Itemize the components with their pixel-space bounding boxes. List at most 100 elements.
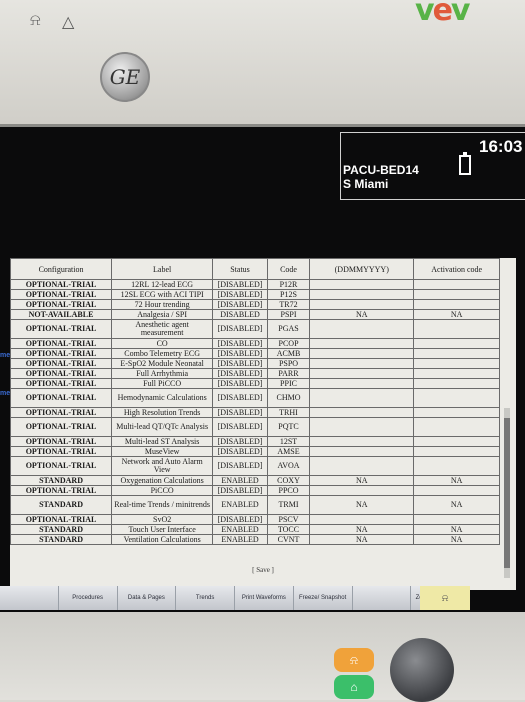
cell-expiration[interactable] — [309, 358, 415, 369]
cell-activation[interactable] — [413, 417, 500, 437]
table-row[interactable]: OPTIONAL-TRIAL SvO2 [DISABLED] PSCV — [10, 514, 500, 525]
cell-label: Multi-lead QT/QTc Analysis — [111, 417, 214, 437]
cell-label: Analgesia / SPI — [111, 309, 214, 320]
menu-button[interactable]: Print Waveforms — [235, 586, 294, 610]
menu-button[interactable]: Freeze/ Snapshot — [293, 586, 353, 610]
cell-expiration[interactable] — [309, 388, 415, 408]
software-options-panel: Configuration Label Status Code (DDMMYYY… — [10, 258, 516, 590]
cell-expiration[interactable] — [309, 485, 415, 496]
table-scrollbar[interactable] — [504, 408, 510, 578]
cell-expiration[interactable] — [309, 378, 415, 389]
cell-status: [DISABLED] — [212, 407, 268, 418]
table-row[interactable]: STANDARD Oxygenation Calculations ENABLED C… — [10, 475, 500, 486]
table-row[interactable]: OPTIONAL-TRIAL Network and Auto Alarm Vie… — [10, 456, 500, 476]
table-row[interactable]: OPTIONAL-TRIAL Full Arrhythmia [DISABLED] P… — [10, 368, 500, 379]
cell-label: Full PiCCO — [111, 378, 214, 389]
cell-code: COXY — [266, 475, 311, 486]
cell-activation[interactable]: NA — [413, 495, 500, 515]
cell-expiration[interactable] — [309, 289, 415, 300]
table-row[interactable]: OPTIONAL-TRIAL Multi-lead QT/QTc Analysis… — [10, 417, 500, 437]
cell-expiration[interactable] — [309, 456, 415, 476]
cell-configuration: STANDARD — [10, 475, 113, 486]
menu-button[interactable]: Procedures — [58, 586, 118, 610]
menu-button[interactable] — [0, 586, 59, 610]
cell-label: Hemodynamic Calculations — [111, 388, 214, 408]
cell-expiration[interactable] — [309, 299, 415, 310]
cell-activation[interactable] — [413, 436, 500, 447]
cell-code: PQTC — [266, 417, 311, 437]
cell-activation[interactable] — [413, 388, 500, 408]
cell-activation[interactable] — [413, 358, 500, 369]
cell-activation[interactable] — [413, 299, 500, 310]
cell-expiration[interactable]: NA — [309, 495, 415, 515]
cell-activation[interactable] — [413, 378, 500, 389]
table-row[interactable]: STANDARD Real-time Trends / minitrends ENA… — [10, 495, 500, 515]
table-row[interactable]: STANDARD Touch User Interface ENABLED TOCC N… — [10, 524, 500, 535]
cell-activation[interactable]: NA — [413, 309, 500, 320]
table-row[interactable]: OPTIONAL-TRIAL Anesthetic agent measureme… — [10, 319, 500, 339]
cell-expiration[interactable] — [309, 514, 415, 525]
cell-status: [DISABLED] — [212, 436, 268, 447]
cell-status: [DISABLED] — [212, 279, 268, 290]
cell-activation[interactable]: NA — [413, 534, 500, 545]
cell-activation[interactable] — [413, 446, 500, 457]
cell-expiration[interactable]: NA — [309, 475, 415, 486]
cell-activation[interactable] — [413, 319, 500, 339]
cell-status: [DISABLED] — [212, 485, 268, 496]
cell-code: PPIC — [266, 378, 311, 389]
cell-expiration[interactable] — [309, 446, 415, 457]
table-row[interactable]: OPTIONAL-TRIAL E-SpO2 Module Neonatal [DIS… — [10, 358, 500, 369]
cell-activation[interactable] — [413, 368, 500, 379]
cell-expiration[interactable] — [309, 319, 415, 339]
cell-activation[interactable] — [413, 289, 500, 300]
cell-activation[interactable] — [413, 338, 500, 349]
cell-expiration[interactable] — [309, 338, 415, 349]
cell-code: 12ST — [266, 436, 311, 447]
table-row[interactable]: STANDARD Ventilation Calculations ENABLED C… — [10, 534, 500, 545]
cell-expiration[interactable] — [309, 368, 415, 379]
table-row[interactable]: OPTIONAL-TRIAL Multi-lead ST Analysis [DIS… — [10, 436, 500, 447]
menu-button[interactable] — [352, 586, 412, 610]
cell-code: AVOA — [266, 456, 311, 476]
cell-activation[interactable] — [413, 485, 500, 496]
table-row[interactable]: OPTIONAL-TRIAL Hemodynamic Calculations [D… — [10, 388, 500, 408]
save-button[interactable]: [ Save ] — [10, 566, 516, 574]
cell-expiration[interactable] — [309, 279, 415, 290]
trim-knob[interactable] — [390, 638, 454, 702]
cell-label: CO — [111, 338, 214, 349]
cell-activation[interactable] — [413, 407, 500, 418]
table-row[interactable]: OPTIONAL-TRIAL CO [DISABLED] PCOP — [10, 338, 500, 349]
cell-configuration: STANDARD — [10, 534, 113, 545]
table-row[interactable]: NOT-AVAILABLE Analgesia / SPI DISABLED PSPI… — [10, 309, 500, 320]
cell-activation[interactable] — [413, 348, 500, 359]
table-row[interactable]: OPTIONAL-TRIAL 72 Hour trending [DISABLED]… — [10, 299, 500, 310]
cell-configuration: NOT-AVAILABLE — [10, 309, 113, 320]
bed-info[interactable]: PACU-BED14 S Miami — [343, 163, 419, 191]
cell-expiration[interactable]: NA — [309, 309, 415, 320]
alarm-silence-button[interactable]: ⍾ — [420, 586, 470, 610]
cell-activation[interactable] — [413, 514, 500, 525]
table-row[interactable]: OPTIONAL-TRIAL 12SL ECG with ACI TIPI [DIS… — [10, 289, 500, 300]
table-row[interactable]: OPTIONAL-TRIAL High Resolution Trends [DIS… — [10, 407, 500, 418]
cell-label: Anesthetic agent measurement — [111, 319, 214, 339]
cell-expiration[interactable] — [309, 417, 415, 437]
menu-button[interactable]: Trends — [176, 586, 235, 610]
battery-icon — [459, 152, 471, 175]
table-row[interactable]: OPTIONAL-TRIAL PiCCO [DISABLED] PPCO — [10, 485, 500, 496]
cell-expiration[interactable] — [309, 436, 415, 447]
cell-label: PiCCO — [111, 485, 214, 496]
cell-expiration[interactable] — [309, 348, 415, 359]
cell-activation[interactable]: NA — [413, 475, 500, 486]
table-row[interactable]: OPTIONAL-TRIAL MuseView [DISABLED] AMSE — [10, 446, 500, 457]
table-row[interactable]: OPTIONAL-TRIAL 12RL 12-lead ECG [DISABLED]… — [10, 279, 500, 290]
cell-expiration[interactable] — [309, 407, 415, 418]
table-row[interactable]: OPTIONAL-TRIAL Combo Telemetry ECG [DISABL… — [10, 348, 500, 359]
cell-activation[interactable] — [413, 456, 500, 476]
cell-expiration[interactable]: NA — [309, 534, 415, 545]
scrollbar-thumb[interactable] — [504, 418, 510, 568]
cell-activation[interactable] — [413, 279, 500, 290]
table-row[interactable]: OPTIONAL-TRIAL Full PiCCO [DISABLED] PPIC — [10, 378, 500, 389]
menu-button[interactable]: Data & Pages — [117, 586, 177, 610]
cell-activation[interactable]: NA — [413, 524, 500, 535]
cell-expiration[interactable]: NA — [309, 524, 415, 535]
